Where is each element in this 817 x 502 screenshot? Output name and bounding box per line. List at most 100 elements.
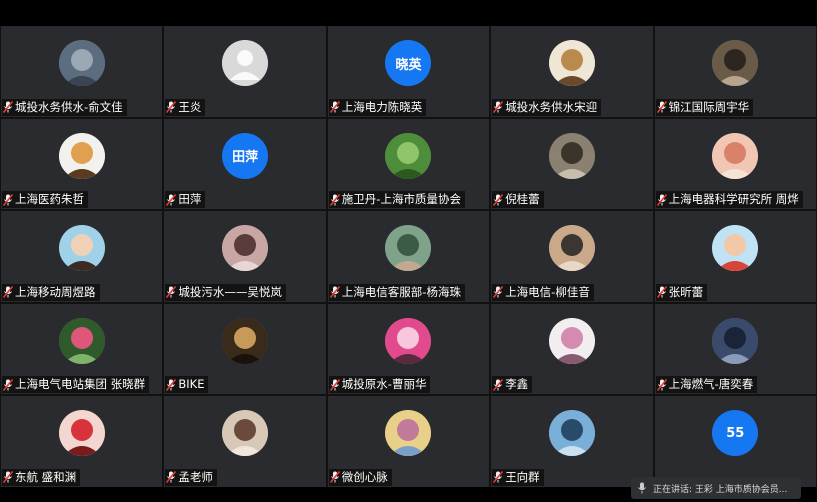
participant-tile[interactable]: 城投原水-曹丽华	[327, 303, 490, 395]
participant-tile[interactable]: 上海医药朱哲	[1, 118, 163, 210]
avatar-photo	[58, 225, 105, 272]
participant-tile[interactable]: 城投水务供水-俞文佳	[1, 26, 163, 117]
participant-name: 上海电器科学研究所 周烨	[668, 192, 799, 207]
participant-tile[interactable]: 微创心脉	[327, 396, 490, 487]
participant-name: 王炎	[178, 99, 202, 114]
mic-muted-icon	[493, 193, 504, 206]
name-label: 城投水务供水宋迎	[492, 98, 602, 116]
name-label: 微创心脉	[328, 468, 392, 486]
avatar-photo	[385, 410, 432, 457]
participant-grid: 城投水务供水-俞文佳 王炎 晓英 上海电力陈晓英 城投水务供水宋迎 锦江国际周宇华上海医药…	[0, 26, 817, 487]
participant-name: 城投原水-曹丽华	[341, 377, 427, 392]
participant-tile[interactable]: 倪桂蕾	[491, 118, 653, 210]
avatar-photo	[58, 40, 105, 86]
participant-name: 城投水务供水-俞文佳	[15, 99, 123, 114]
mic-muted-icon	[166, 286, 177, 299]
participant-tile[interactable]: 孟老师	[164, 396, 326, 487]
mic-muted-icon	[3, 471, 13, 484]
participant-name: 城投污水——吴悦岚	[178, 284, 282, 299]
participant-tile[interactable]: 上海电信客服部-杨海珠	[327, 211, 490, 302]
avatar-photo	[385, 225, 432, 272]
mic-muted-icon	[656, 101, 667, 114]
name-label: 上海医药朱哲	[2, 191, 88, 209]
participant-tile[interactable]: 城投水务供水宋迎	[491, 26, 653, 117]
participant-name: 城投水务供水宋迎	[505, 99, 598, 114]
avatar-initials: 55	[712, 410, 759, 457]
avatar-photo	[222, 410, 269, 457]
participant-name: 东航 盛和渊	[15, 469, 77, 484]
avatar-photo	[712, 132, 759, 179]
participant-name: 王向群	[505, 469, 540, 484]
participant-tile[interactable]: 田萍 田萍	[164, 118, 326, 210]
avatar-photo	[712, 40, 759, 86]
name-label: 城投原水-曹丽华	[328, 376, 431, 394]
mic-muted-icon	[493, 471, 504, 484]
participant-tile[interactable]: 55	[654, 396, 816, 487]
avatar-photo	[58, 132, 105, 179]
speaking-text: 正在讲话: 王彩 上海市质协会员...	[653, 484, 788, 495]
participant-tile[interactable]: BIKE	[164, 303, 326, 395]
mic-muted-icon	[329, 471, 340, 484]
participant-name: 上海电信客服部-杨海珠	[341, 284, 461, 299]
avatar-photo	[548, 410, 595, 457]
mic-muted-icon	[166, 378, 177, 391]
participant-name: 张昕蕾	[668, 284, 704, 299]
participant-tile[interactable]: 上海电气电站集团 张晓群	[1, 303, 163, 395]
participant-name: 倪桂蕾	[505, 192, 540, 207]
participant-tile[interactable]: 王向群	[491, 396, 653, 487]
name-label: 上海电信客服部-杨海珠	[328, 283, 465, 301]
mic-muted-icon	[166, 471, 177, 484]
name-label: 城投水务供水-俞文佳	[2, 98, 127, 116]
name-label: 上海电力陈晓英	[328, 98, 427, 116]
participant-tile[interactable]: 张昕蕾	[654, 211, 816, 302]
participant-name: 孟老师	[178, 469, 213, 484]
name-label: 城投污水——吴悦岚	[165, 283, 286, 301]
name-label: 田萍	[165, 191, 206, 209]
participant-name: 微创心脉	[341, 469, 388, 484]
mic-muted-icon	[3, 286, 13, 299]
participant-tile[interactable]: 东航 盛和渊	[1, 396, 163, 487]
mic-muted-icon	[166, 193, 177, 206]
participant-name: 上海移动周煜路	[15, 284, 96, 299]
speaking-indicator[interactable]: 正在讲话: 王彩 上海市质协会员...	[631, 477, 801, 499]
avatar-photo	[548, 317, 595, 364]
mic-muted-icon	[329, 378, 340, 391]
participant-tile[interactable]: 上海电器科学研究所 周烨	[654, 118, 816, 210]
participant-name: 上海燃气-唐奕春	[668, 377, 754, 392]
avatar-photo	[548, 225, 595, 272]
participant-tile[interactable]: 王炎	[164, 26, 326, 117]
avatar-photo	[385, 132, 432, 179]
mic-muted-icon	[656, 193, 667, 206]
name-label: 东航 盛和渊	[2, 468, 81, 486]
participant-tile[interactable]: 施卫丹-上海市质量协会	[327, 118, 490, 210]
name-label: 上海电气电站集团 张晓群	[2, 376, 150, 394]
participant-name: 锦江国际周宇华	[668, 99, 750, 114]
mic-muted-icon	[166, 101, 177, 114]
mic-muted-icon	[493, 378, 504, 391]
avatar-photo	[548, 40, 595, 86]
mic-muted-icon	[493, 101, 504, 114]
participant-name: BIKE	[178, 377, 205, 392]
mic-muted-icon	[3, 193, 13, 206]
participant-tile[interactable]: 晓英 上海电力陈晓英	[327, 26, 490, 117]
mic-muted-icon	[656, 378, 667, 391]
mic-icon	[637, 482, 647, 494]
participant-tile[interactable]: 城投污水——吴悦岚	[164, 211, 326, 302]
name-label: 施卫丹-上海市质量协会	[328, 191, 465, 209]
avatar-photo	[712, 225, 759, 272]
participant-name: 上海电信-柳佳音	[505, 284, 590, 299]
participant-tile[interactable]: 上海电信-柳佳音	[491, 211, 653, 302]
mic-muted-icon	[329, 101, 340, 114]
participant-name: 施卫丹-上海市质量协会	[341, 192, 461, 207]
participant-name: 上海电气电站集团 张晓群	[15, 377, 146, 392]
participant-tile[interactable]: 上海燃气-唐奕春	[654, 303, 816, 395]
name-label: 上海电信-柳佳音	[492, 283, 594, 301]
name-label: 王向群	[492, 468, 544, 486]
participant-tile[interactable]: 上海移动周煜路	[1, 211, 163, 302]
avatar-photo	[58, 410, 105, 457]
mic-muted-icon	[3, 378, 13, 391]
participant-tile[interactable]: 李鑫	[491, 303, 653, 395]
name-label: 孟老师	[165, 468, 217, 486]
participant-tile[interactable]: 锦江国际周宇华	[654, 26, 816, 117]
name-label: 倪桂蕾	[492, 191, 544, 209]
